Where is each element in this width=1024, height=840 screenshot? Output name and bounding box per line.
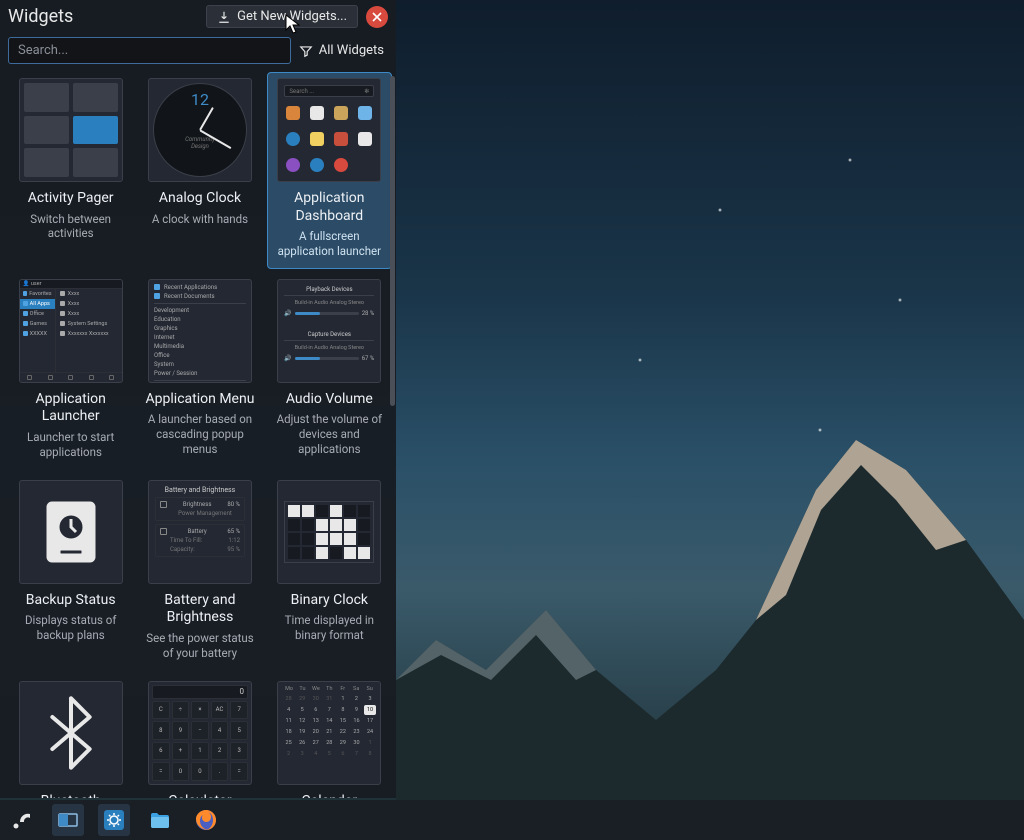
widget-name: Audio Volume [286,391,373,409]
widget-card[interactable]: MoTuWeThFrSaSu28293031123456789101112131… [267,675,392,798]
get-new-widgets-label: Get New Widgets... [237,9,347,24]
widget-name: Application Dashboard [271,190,388,225]
widget-thumbnail: Search ...✻ [277,78,381,182]
taskbar-system-settings[interactable] [98,804,130,836]
widget-card[interactable]: Playback DevicesBuild-in Audio Analog St… [267,273,392,470]
widget-description: Switch between activities [12,212,129,242]
widget-thumbnail: 👤 user FavoritesAll AppsOfficeGamesXXXXX… [19,279,123,383]
close-icon [372,12,382,22]
widget-list-scroll[interactable]: Activity Pager Switch between activities… [0,72,396,798]
widget-description: A launcher based on cascading popup menu… [141,412,258,457]
taskbar-pager[interactable] [52,804,84,836]
widget-thumbnail [19,480,123,584]
firefox-icon [194,808,218,832]
widget-name: Battery and Brightness [141,592,258,627]
widget-name: Analog Clock [159,190,241,208]
taskbar [0,800,1024,840]
widget-name: Application Menu [146,391,255,409]
pager-icon [56,808,80,832]
widget-card[interactable]: 0C÷×AC789−456+123=00.= Calculator [137,675,262,798]
download-icon [217,10,231,24]
widget-card[interactable]: Activity Pager Switch between activities [8,72,133,269]
widget-name: Binary Clock [291,592,368,610]
widget-name: Application Launcher [12,391,129,426]
widget-name: Backup Status [26,592,116,610]
widget-description: See the power status of your battery [141,631,258,661]
widget-name: Activity Pager [28,190,114,208]
widget-thumbnail: MoTuWeThFrSaSu28293031123456789101112131… [277,681,381,785]
widget-thumbnail [19,78,123,182]
widget-thumbnail: Battery and Brightness Brightness80 % Po… [148,480,252,584]
widget-card[interactable]: Recent Applications Recent Documents Dev… [137,273,262,470]
widget-thumbnail: 12CommunityDesign [148,78,252,182]
widget-thumbnail: 0C÷×AC789−456+123=00.= [148,681,252,785]
widget-name: Bluetooth [41,793,101,798]
widget-card[interactable]: Battery and Brightness Brightness80 % Po… [137,474,262,671]
widget-description: Displays status of backup plans [12,613,129,643]
widget-card[interactable]: Bluetooth [8,675,133,798]
widget-name: Calculator [168,793,231,798]
widget-description: Adjust the volume of devices and applica… [271,412,388,457]
widget-thumbnail: Recent Applications Recent Documents Dev… [148,279,252,383]
widget-card[interactable]: Binary Clock Time displayed in binary fo… [267,474,392,671]
taskbar-app-launcher[interactable] [6,804,38,836]
settings-icon [102,808,126,832]
widget-name: Calendar [302,793,358,798]
widget-description: Launcher to start applications [12,430,129,460]
panel-title: Widgets [8,6,73,27]
widgets-panel: Widgets Get New Widgets... All Widgets A… [0,0,396,798]
scrollbar[interactable] [390,76,395,406]
plasma-logo-icon [10,808,34,832]
widget-description: A clock with hands [150,212,250,227]
widget-description: A fullscreen application launcher [271,229,388,259]
widget-card[interactable]: 12CommunityDesign Analog Clock A clock w… [137,72,262,269]
folder-icon [148,808,172,832]
close-button[interactable] [366,6,388,28]
wallpaper-mountain [396,380,1024,800]
all-widgets-label: All Widgets [319,43,384,58]
widget-card[interactable]: Backup Status Displays status of backup … [8,474,133,671]
panel-header: Widgets Get New Widgets... [0,0,396,33]
taskbar-firefox[interactable] [190,804,222,836]
widget-thumbnail [277,480,381,584]
search-row: All Widgets [0,33,396,72]
get-new-widgets-button[interactable]: Get New Widgets... [206,5,358,28]
all-widgets-filter[interactable]: All Widgets [299,43,388,58]
widget-description: Time displayed in binary format [271,613,388,643]
widget-card[interactable]: Search ...✻ Application Dashboard A full… [267,72,392,269]
widget-card[interactable]: 👤 user FavoritesAll AppsOfficeGamesXXXXX… [8,273,133,470]
taskbar-file-manager[interactable] [144,804,176,836]
funnel-icon [299,44,313,58]
search-input[interactable] [8,37,291,64]
widget-thumbnail [19,681,123,785]
widget-thumbnail: Playback DevicesBuild-in Audio Analog St… [277,279,381,383]
